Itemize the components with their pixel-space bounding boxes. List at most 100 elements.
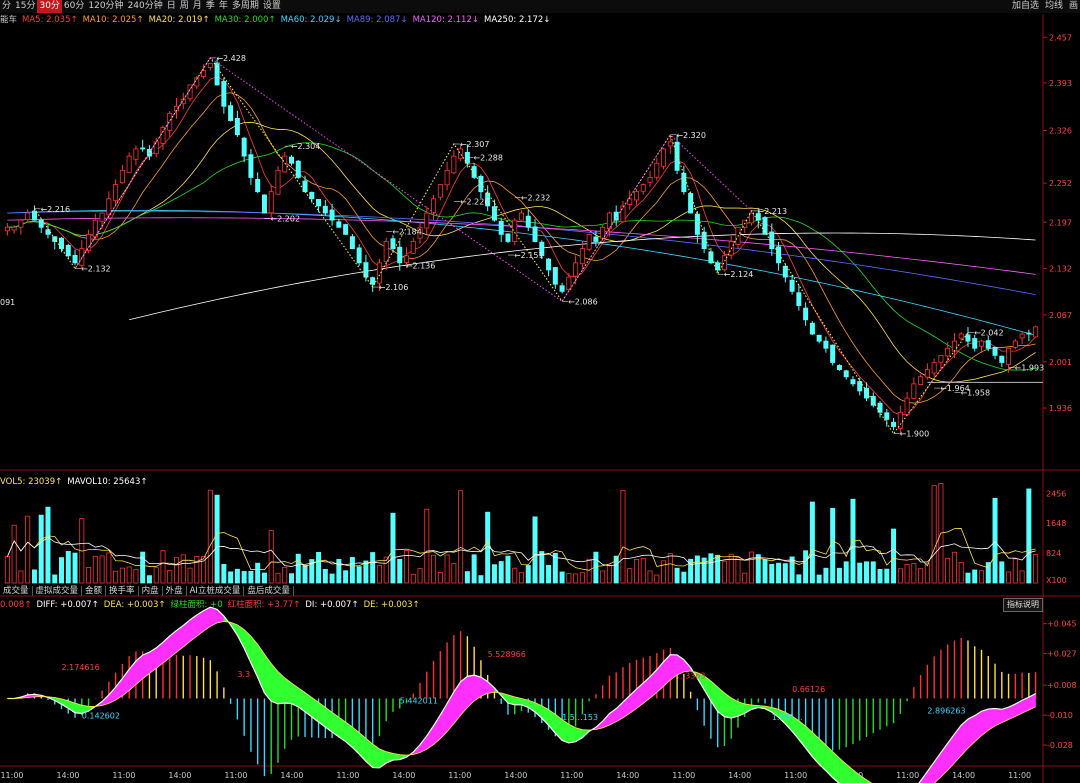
candle-body-58 [397, 246, 403, 264]
volume-bar-18 [126, 566, 132, 584]
swing-label-13: ←2.086 [568, 297, 598, 306]
volume-bar-99 [674, 567, 680, 584]
diff-line [7, 606, 1036, 783]
indicator-tab-6[interactable]: AI立桩成交量 [186, 586, 245, 596]
swing-label-10: ←2.226 [460, 198, 490, 207]
volume-bar-151 [1026, 488, 1032, 584]
macd-band-40 [271, 663, 279, 705]
volume-bar-130 [884, 568, 890, 584]
candle-body-72 [491, 206, 497, 221]
volume-bar-33 [228, 571, 234, 584]
price-tick-0: 2.457 [1049, 33, 1072, 42]
volume-bar-94 [640, 557, 646, 584]
volume-bar-131 [891, 528, 897, 584]
candle-body-134 [911, 383, 917, 399]
indicator-tab-7[interactable]: 盘后成交量 [244, 586, 294, 596]
volume-bar-129 [877, 568, 883, 584]
swing-label-5: ←2.106 [379, 283, 409, 292]
indicator-tab-0[interactable]: 成交量 [0, 586, 33, 596]
macd-band-120 [812, 731, 820, 765]
candle-body-19 [133, 148, 139, 160]
volume-bar-98 [667, 553, 673, 584]
candle-body-47 [322, 205, 328, 214]
volume-bar-20 [140, 551, 146, 584]
macd-band-32 [216, 608, 225, 624]
volume-bar-112 [762, 559, 768, 584]
edge-price-label: 091 [0, 298, 15, 307]
candle-body-36 [248, 154, 254, 178]
volume-bar-42 [289, 573, 294, 584]
volume-bar-27 [187, 567, 193, 584]
candle-body-65 [444, 169, 450, 186]
candle-body-119 [809, 322, 815, 335]
macd-band-23 [156, 641, 164, 669]
volume-bar-141 [958, 561, 964, 584]
volume-bar-12 [86, 566, 92, 584]
indicator-tab-1[interactable]: 虚拟成交量 [32, 586, 83, 596]
candle-body-48 [329, 209, 335, 221]
indicator-tabs: 成交量 虚拟成交量 金额 换手率 内盘 外盘 AI立桩成交量 盘后成交量 [0, 585, 294, 597]
indicator-tab-3[interactable]: 换手率 [106, 586, 139, 596]
volume-bar-126 [857, 562, 863, 584]
swing-label-14: ←2.320 [676, 131, 706, 140]
indicator-help-button[interactable]: 指标说明 [1003, 598, 1043, 612]
volume-bar-7 [52, 574, 58, 584]
volume-bar-51 [349, 557, 355, 584]
indicator-tab-4[interactable]: 内盘 [138, 586, 163, 596]
volume-tick-0: 2456 [1046, 489, 1066, 498]
volume-bar-105 [715, 554, 721, 584]
volume-bar-69 [471, 554, 477, 584]
volume-bar-64 [437, 572, 443, 584]
candle-body-40 [275, 169, 281, 195]
candle-body-99 [674, 141, 680, 171]
candle-body-120 [816, 334, 822, 342]
candle-body-67 [458, 148, 464, 159]
macd-legend: 0.008↑ DIFF: +0.007↑ DEA: +0.003↑ 绿柱面积: +0 红… [0, 599, 425, 611]
volume-bar-56 [383, 556, 389, 584]
candle-body-54 [370, 277, 376, 285]
indicator-tab-2[interactable]: 金额 [82, 586, 107, 596]
volume-bar-31 [214, 494, 220, 584]
vol-legend-item-1: MAVOL10: 25643↑ [67, 477, 148, 487]
time-tick-11: 14:00 [616, 771, 639, 780]
candle-body-133 [904, 397, 910, 415]
swing-label-6: ←2.184 [392, 228, 422, 237]
candle-body-38 [261, 194, 267, 214]
volume-bar-148 [1006, 571, 1012, 584]
macd-band-54 [365, 737, 373, 769]
candle-body-66 [451, 155, 457, 174]
candle-body-64 [437, 184, 443, 198]
candle-body-86 [586, 233, 592, 250]
macd-band-36 [243, 629, 252, 663]
candle-body-16 [113, 184, 119, 202]
volume-bar-128 [870, 561, 876, 584]
volume-bar-6 [45, 506, 51, 584]
macd-tick-2: +0.008 [1047, 681, 1077, 690]
candle-body-148 [1006, 347, 1012, 365]
volume-bar-72 [491, 564, 497, 584]
volume-bar-39 [268, 530, 274, 584]
volume-bar-13 [92, 555, 98, 584]
indicator-tab-5[interactable]: 外盘 [162, 586, 187, 596]
candle-body-139 [945, 347, 951, 357]
volume-bar-1 [11, 524, 17, 584]
candle-body-9 [65, 244, 71, 257]
volume-bar-23 [160, 550, 166, 584]
macd-band-67 [453, 680, 461, 725]
volume-bar-57 [390, 512, 396, 584]
time-tick-17: 14:00 [952, 771, 975, 780]
macd-band-144 [974, 710, 982, 743]
volume-bar-139 [945, 557, 951, 584]
swing-label-8: ←2.307 [460, 140, 490, 149]
volume-bar-36 [248, 571, 254, 584]
macd-area-label-3: 5.442011 [400, 696, 438, 705]
candle-body-32 [221, 81, 227, 107]
macd-tick-0: +0.045 [1047, 620, 1077, 629]
swing-label-7: ←2.136 [406, 262, 436, 271]
volume-tick-2: 824 [1046, 549, 1061, 558]
swing-label-1: ←2.132 [81, 265, 111, 274]
volume-bar-61 [417, 568, 423, 584]
time-tick-14: 11:00 [784, 771, 807, 780]
volume-bar-26 [180, 554, 186, 584]
volume-legend: VOL5: 23039↑ MAVOL10: 25643↑ [0, 476, 152, 488]
